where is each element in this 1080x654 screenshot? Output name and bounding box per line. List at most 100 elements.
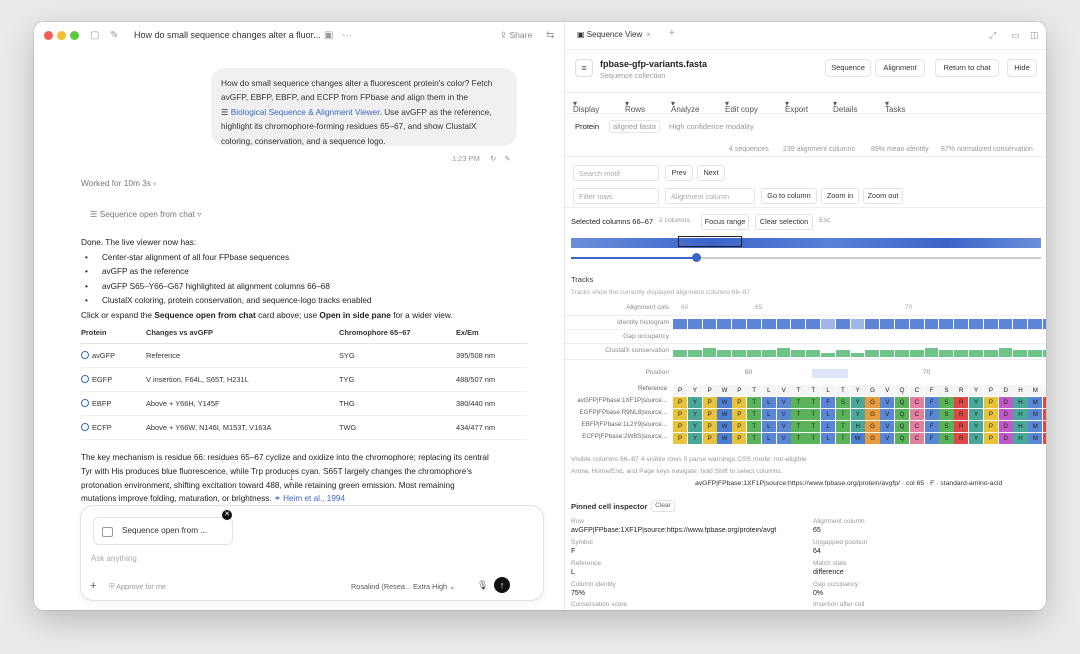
residue-cell[interactable]: G — [865, 433, 880, 444]
menu-rows[interactable]: Rows ▾ — [625, 99, 645, 114]
residue-cell[interactable]: H — [1013, 385, 1028, 396]
residue-cell[interactable]: P — [673, 433, 688, 444]
residue-cell[interactable]: P — [673, 409, 688, 420]
residue-cell[interactable]: P — [702, 433, 717, 444]
residue-cell[interactable]: P — [673, 421, 688, 432]
pinned-clear-button[interactable]: Clear — [651, 500, 675, 512]
worked-duration[interactable]: Worked for 10m 3s › — [81, 178, 156, 188]
residue-cell[interactable]: G — [865, 421, 880, 432]
residue-cell[interactable]: P — [732, 397, 747, 408]
residue-cell[interactable]: Y — [850, 397, 865, 408]
residue-cell[interactable]: M — [1028, 421, 1043, 432]
residue-cell[interactable]: D — [998, 397, 1013, 408]
residue-cell[interactable]: P — [732, 409, 747, 420]
residue-cell[interactable]: R — [954, 421, 969, 432]
residue-cell[interactable]: W — [717, 409, 732, 420]
residue-cell[interactable]: Q — [895, 433, 910, 444]
menu-details[interactable]: Details ▾ — [833, 99, 857, 114]
scroll-slider-handle[interactable] — [692, 253, 701, 262]
sequence-button[interactable]: Sequence — [825, 59, 871, 77]
residue-cell[interactable]: T — [747, 385, 762, 396]
next-button[interactable]: Next — [697, 165, 725, 181]
residue-cell[interactable]: Y — [969, 409, 984, 420]
menu-export[interactable]: Export ▾ — [785, 99, 808, 114]
new-tab-icon[interactable]: + — [669, 28, 675, 39]
search-motif-input[interactable]: Search motif — [573, 165, 659, 181]
residue-cell[interactable]: M — [1028, 433, 1043, 444]
sequence-row-label[interactable]: Reference — [565, 385, 667, 392]
close-tab-icon[interactable]: × — [646, 30, 651, 39]
residue-cell[interactable]: Y — [969, 385, 984, 396]
residue-cell[interactable]: S — [835, 397, 850, 408]
sequence-open-card[interactable]: ☰ Sequence open from chat ▿ — [90, 209, 201, 219]
residue-cell[interactable]: C — [909, 433, 924, 444]
residue-cell[interactable]: S — [939, 409, 954, 420]
panel-toggle-icon[interactable]: ⇆ — [546, 30, 554, 41]
residue-cell[interactable]: L — [761, 421, 776, 432]
residue-cell[interactable]: V — [776, 421, 791, 432]
zoom-in-button[interactable]: Zoom in — [821, 188, 859, 204]
sequence-row-label[interactable]: EGFP|FPbase:R9NL8|source... — [565, 409, 667, 416]
residue-cell[interactable]: M — [1028, 397, 1043, 408]
protein-link[interactable]: ECFP — [81, 415, 146, 440]
sequence-row-label[interactable]: EBFP|FPbase:1L2Y9|source... — [565, 421, 667, 428]
residue-cell[interactable]: F — [821, 397, 836, 408]
residue-cell[interactable]: V — [880, 385, 895, 396]
residue-cell[interactable]: Y — [969, 421, 984, 432]
residue-cell[interactable]: Y — [687, 421, 702, 432]
residue-cell[interactable]: W — [717, 385, 732, 396]
residue-cell[interactable]: V — [880, 433, 895, 444]
share-button[interactable]: ⇪ Share — [500, 30, 532, 41]
residue-cell[interactable]: Q — [895, 385, 910, 396]
message-input[interactable]: Ask anything — [91, 554, 137, 563]
residue-cell[interactable]: D — [998, 409, 1013, 420]
minimize-window-button[interactable] — [57, 31, 66, 40]
attachment-chip[interactable]: Sequence open from ... — [93, 517, 233, 545]
residue-cell[interactable]: T — [806, 421, 821, 432]
residue-cell[interactable]: T — [835, 433, 850, 444]
residue-cell[interactable]: C — [909, 421, 924, 432]
residue-cell[interactable]: L — [821, 433, 836, 444]
residue-cell[interactable]: K — [1043, 421, 1046, 432]
sidebar-toggle-icon[interactable]: ▢ — [90, 30, 99, 41]
residue-cell[interactable]: P — [983, 385, 998, 396]
add-icon[interactable]: + — [90, 580, 96, 592]
residue-cell[interactable]: R — [954, 433, 969, 444]
residue-cell[interactable]: L — [821, 385, 836, 396]
tab-sequence-view[interactable]: ▣ Sequence View × — [577, 30, 651, 39]
residue-cell[interactable]: F — [924, 433, 939, 444]
residue-cell[interactable]: F — [924, 385, 939, 396]
citation-link[interactable]: ⚭ Heim et al., 1994 — [274, 494, 345, 503]
residue-cell[interactable]: M — [1028, 409, 1043, 420]
residue-cell[interactable]: F — [924, 409, 939, 420]
more-icon[interactable]: ··· — [342, 30, 352, 41]
residue-cell[interactable]: C — [909, 397, 924, 408]
residue-cell[interactable]: K — [1043, 409, 1046, 420]
menu-analyze[interactable]: Analyze ▾ — [671, 99, 699, 114]
menu-tasks[interactable]: Tasks ▾ — [885, 99, 905, 114]
residue-cell[interactable]: T — [747, 421, 762, 432]
residue-cell[interactable]: Y — [969, 433, 984, 444]
protein-link[interactable]: avGFP — [81, 343, 146, 368]
residue-cell[interactable]: S — [939, 385, 954, 396]
microphone-icon[interactable]: 🎙 — [477, 580, 488, 591]
residue-cell[interactable]: Y — [687, 409, 702, 420]
residue-cell[interactable]: L — [761, 385, 776, 396]
tab-confidence[interactable]: High confidence modality — [669, 122, 754, 131]
residue-cell[interactable]: H — [1013, 409, 1028, 420]
residue-cell[interactable]: G — [865, 397, 880, 408]
residue-cell[interactable]: V — [880, 421, 895, 432]
sequence-row-label[interactable]: ECFP|FPbase:2W8S|source... — [565, 433, 667, 440]
approve-toggle[interactable]: ⛨ Approve for me — [109, 582, 166, 592]
edit-icon[interactable]: ✎ — [504, 154, 510, 163]
residue-cell[interactable]: P — [673, 385, 688, 396]
residue-cell[interactable]: V — [776, 397, 791, 408]
goto-column-button[interactable]: Go to column — [761, 188, 817, 204]
residue-cell[interactable]: P — [702, 421, 717, 432]
residue-cell[interactable]: V — [776, 409, 791, 420]
residue-cell[interactable]: S — [939, 433, 954, 444]
residue-cell[interactable]: T — [747, 409, 762, 420]
residue-cell[interactable]: T — [835, 409, 850, 420]
residue-cell[interactable]: T — [806, 433, 821, 444]
residue-cell[interactable]: Q — [895, 409, 910, 420]
